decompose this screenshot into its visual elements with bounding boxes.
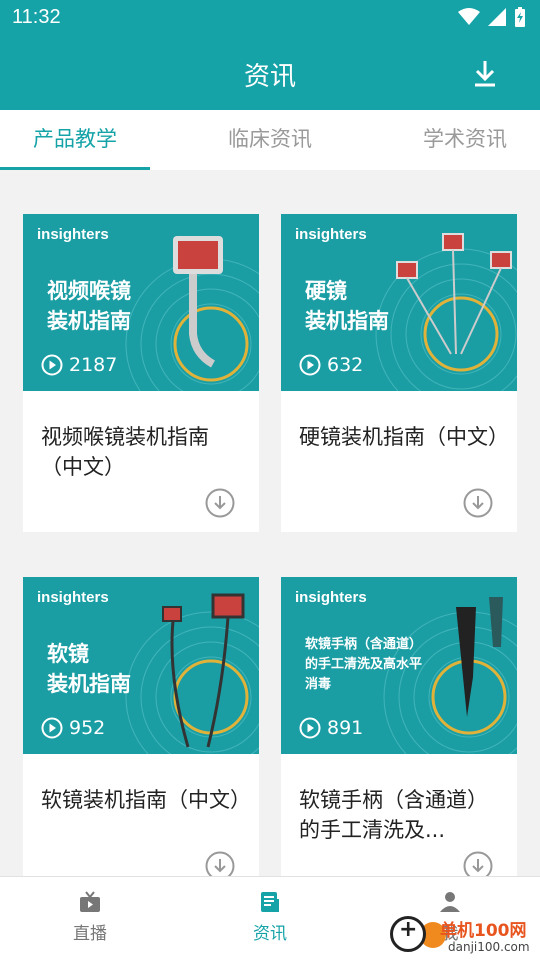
view-count: 952: [41, 717, 105, 739]
video-card[interactable]: insighters 软镜 装机指南 952 软镜装机指南（中文）: [23, 577, 259, 895]
play-icon: [41, 717, 63, 739]
view-count: 891: [299, 717, 363, 739]
thumbnail-title: 软镜手柄（含通道） 的手工清洗及高水平 消毒: [305, 637, 423, 692]
thumbnail-title: 硬镜 装机指南: [305, 279, 389, 333]
view-count: 632: [299, 354, 363, 376]
download-circle-icon[interactable]: [463, 488, 493, 518]
status-time: 11:32: [12, 6, 61, 28]
tab-product-teaching[interactable]: 产品教学: [0, 110, 165, 170]
signal-icon: [488, 8, 506, 26]
category-tabs: 产品教学 临床资讯 学术资讯: [0, 110, 540, 170]
view-count: 2187: [41, 354, 117, 376]
watermark-logo: +: [390, 916, 426, 952]
video-card[interactable]: insighters 硬镜 装机指南 632 硬镜装机指南（中文）: [281, 214, 517, 532]
video-card[interactable]: insighters 软镜手柄（含通道） 的手工清洗及高水平 消毒 891 软镜…: [281, 577, 517, 895]
video-thumbnail[interactable]: insighters 软镜 装机指南 952: [23, 577, 259, 754]
thumbnail-title: 软镜 装机指南: [47, 642, 131, 696]
play-icon: [41, 354, 63, 376]
video-thumbnail[interactable]: insighters 硬镜 装机指南 632: [281, 214, 517, 391]
video-thumbnail[interactable]: insighters 软镜手柄（含通道） 的手工清洗及高水平 消毒 891: [281, 577, 517, 754]
card-title[interactable]: 视频喉镜装机指南（中文）: [41, 422, 246, 482]
brand-logo: insighters: [295, 589, 367, 606]
nav-label: 资讯: [253, 924, 287, 944]
brand-logo: insighters: [37, 589, 109, 606]
card-title[interactable]: 硬镜装机指南（中文）: [299, 422, 509, 452]
card-title[interactable]: 软镜装机指南（中文）: [41, 785, 251, 815]
watermark-url: danji100.com: [448, 940, 530, 954]
page-title: 资讯: [243, 62, 296, 92]
news-icon: [261, 892, 279, 912]
video-thumbnail[interactable]: insighters 视频喉镜 装机指南 2187: [23, 214, 259, 391]
nav-news[interactable]: 资讯: [180, 877, 360, 960]
nav-label: 直播: [73, 924, 107, 944]
video-card[interactable]: insighters 视频喉镜 装机指南 2187 视频喉镜装机指南（中文）: [23, 214, 259, 532]
tab-clinical-news[interactable]: 临床资讯: [180, 110, 360, 170]
brand-logo: insighters: [37, 226, 109, 243]
view-count-value: 891: [327, 717, 364, 739]
card-title[interactable]: 软镜手柄（含通道）的手工清洗及...: [299, 785, 504, 845]
brand-logo: insighters: [295, 226, 367, 243]
status-icons: [458, 7, 526, 27]
view-count-value: 2187: [69, 354, 118, 376]
watermark: + 单机100网 danji100.com: [390, 912, 540, 960]
tab-academic-news[interactable]: 学术资讯: [375, 110, 540, 170]
tv-icon: [80, 891, 100, 912]
app-bar: 资讯: [0, 36, 540, 110]
wifi-icon: [458, 8, 480, 25]
download-circle-icon[interactable]: [205, 488, 235, 518]
play-icon: [299, 717, 321, 739]
tab-indicator: [0, 167, 150, 170]
person-icon: [440, 892, 460, 912]
battery-icon: [515, 7, 525, 27]
nav-live[interactable]: 直播: [0, 877, 180, 960]
view-count-value: 952: [69, 717, 106, 739]
status-bar: 11:32: [0, 0, 540, 36]
download-icon[interactable]: [470, 58, 500, 88]
view-count-value: 632: [327, 354, 364, 376]
play-icon: [299, 354, 321, 376]
thumbnail-title: 视频喉镜 装机指南: [47, 279, 131, 333]
watermark-title: 单机100网: [440, 921, 527, 941]
